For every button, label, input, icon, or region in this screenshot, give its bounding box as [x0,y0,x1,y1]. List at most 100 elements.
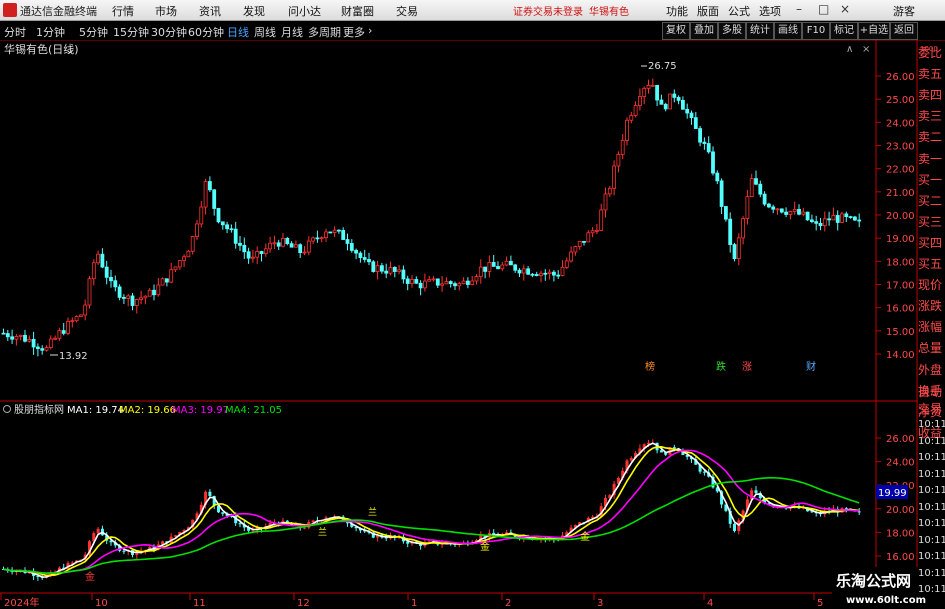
side-tab-trade-1[interactable]: 交易 [918,401,945,417]
side-tab-10[interactable]: 买五 [918,254,945,274]
btn-adjust[interactable]: 复权 [662,22,690,40]
price-tick-label: 25.00 [886,95,915,106]
candle-body [556,274,561,277]
candle-body [801,211,806,215]
chart-collapse-icon[interactable]: ∧ [846,44,853,55]
close-icon[interactable]: × [840,2,850,16]
side-tab-6[interactable]: 买一 [918,170,945,190]
side-tab-0[interactable]: 委比 [918,43,945,63]
side-tab-13[interactable]: 涨幅 [918,317,945,337]
btn-multi-stock[interactable]: 多股 [718,22,746,40]
event-tag-rise[interactable]: 涨 [742,361,752,373]
btn-add-watchlist[interactable]: +自选 [858,22,890,40]
tf-more[interactable]: 更多 [343,24,365,40]
ind-candle-body [702,471,706,473]
menu-quotes[interactable]: 行情 [112,3,134,19]
candle-body [418,282,423,289]
menu-fortune[interactable]: 财富圈 [341,3,374,19]
candle-body [238,242,242,246]
tf-weekly[interactable]: 周线 [254,24,276,40]
candle-body [285,237,290,245]
indicator-settings-icon[interactable] [3,405,11,413]
side-time-row: 10:11 [918,567,945,579]
btn-f10[interactable]: F10 [802,22,830,40]
btn-overlay[interactable]: 叠加 [690,22,718,40]
maximize-icon[interactable]: □ [818,2,829,16]
date-axis: 2024年 10 11 12 1 2 3 4 5 [0,593,823,609]
candle-body [663,103,668,110]
watermark-title: 乐淘公式网 [836,572,911,590]
candle-body [478,266,483,278]
candle-body [792,208,797,212]
candle-body [401,269,406,280]
side-tab-11[interactable]: 现价 [918,275,945,295]
candle-body [629,115,634,121]
side-tab-5[interactable]: 卖一 [918,149,945,169]
btn-mark[interactable]: 标记 [830,22,858,40]
price-tick-label: 14.00 [886,350,915,361]
tf-monthly[interactable]: 月线 [281,24,303,40]
user-label[interactable]: 游客 [893,3,915,19]
candle-body [109,276,113,282]
indicator-name[interactable]: 股朋指标网 [14,403,64,416]
btn-draw[interactable]: 画线 [774,22,802,40]
chevron-down-icon[interactable]: ⌄ [65,43,74,56]
side-tab-1[interactable]: 卖五 [918,64,945,84]
side-time-row: 10:11 [918,435,945,447]
tf-5min[interactable]: 5分钟 [79,24,108,40]
side-tab-15[interactable]: 外盘 [918,360,945,380]
candle-body [672,93,677,98]
side-tab-3[interactable]: 卖三 [918,106,945,126]
price-tick-label: 15.00 [886,327,915,338]
current-value-label: 19.99 [878,488,907,499]
candle-body [152,289,156,296]
date-label: 11 [193,598,206,609]
side-tab-4[interactable]: 卖二 [918,127,945,147]
side-tab-12[interactable]: 涨跌 [918,296,945,316]
tf-30min[interactable]: 30分钟 [151,24,187,40]
candle-body [625,119,629,141]
event-tag-fall[interactable]: 跌 [716,360,726,373]
price-tick-label: 23.00 [886,142,915,153]
candle-body [36,346,40,350]
menu-functions[interactable]: 功能 [666,3,688,19]
candle-body [775,208,780,211]
candle-body [655,84,659,101]
menu-discover[interactable]: 发现 [243,3,265,19]
login-warning[interactable]: 证券交易未登录 [513,3,583,18]
tf-daily[interactable]: 日线 [227,24,249,40]
tf-60min[interactable]: 60分钟 [188,24,224,40]
side-tab-9[interactable]: 买四 [918,233,945,253]
ma4-label: MA4: 21.05 [225,405,282,416]
menu-ask[interactable]: 问小达 [288,3,321,19]
side-tab-trade-0[interactable]: 自动 [918,384,945,400]
tf-15min[interactable]: 15分钟 [113,24,149,40]
side-tab-8[interactable]: 买三 [918,212,945,232]
tf-multi[interactable]: 多周期 [308,24,341,40]
side-tab-2[interactable]: 卖四 [918,85,945,105]
menu-market[interactable]: 市场 [155,3,177,19]
menu-trade[interactable]: 交易 [396,3,418,19]
chevron-right-icon[interactable]: › [368,24,372,37]
menu-layout[interactable]: 版面 [697,3,719,19]
btn-back[interactable]: 返回 [890,22,918,40]
tf-intraday[interactable]: 分时 [4,24,26,40]
minimize-icon[interactable]: – [796,2,802,16]
side-tab-14[interactable]: 总量 [918,338,945,358]
tf-1min[interactable]: 1分钟 [36,24,65,40]
candle-body [736,237,741,260]
kline-chart-area[interactable]: 华锡有色(日线) ⌄ ∧ × 1000 26.0025.0024.0023.00… [0,40,945,609]
candle-body [715,172,720,182]
side-tab-7[interactable]: 买二 [918,191,945,211]
btn-stats[interactable]: 统计 [746,22,774,40]
event-tag-finance[interactable]: 财 [806,360,816,373]
candle-body [676,97,681,101]
chart-close-icon[interactable]: × [862,44,870,55]
candle-body [797,208,801,215]
candle-body [358,252,363,258]
menu-options[interactable]: 选项 [759,3,781,19]
candle-body [440,283,445,286]
menu-news[interactable]: 资讯 [199,3,221,19]
menu-formula[interactable]: 公式 [728,3,750,19]
event-tag-list[interactable]: 榜 [645,360,655,373]
